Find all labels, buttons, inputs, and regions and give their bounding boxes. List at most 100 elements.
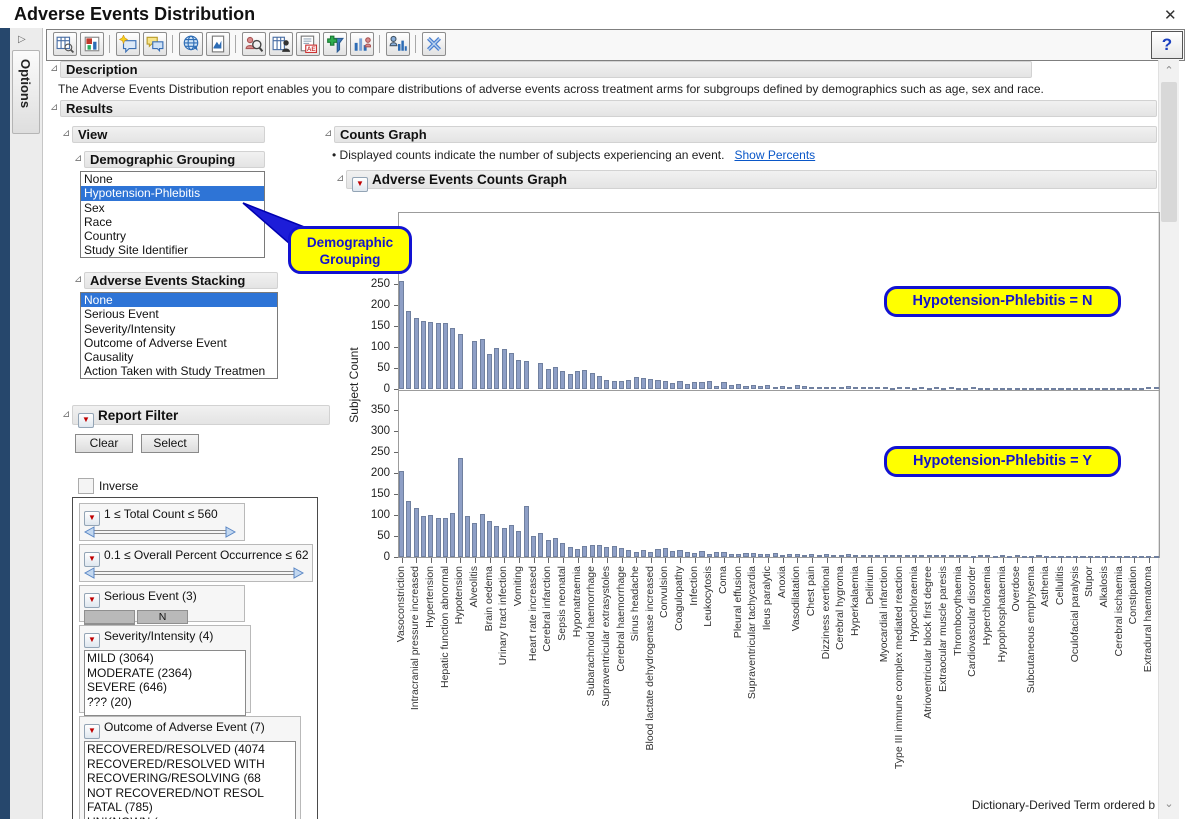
bar[interactable]	[1022, 388, 1027, 390]
bar[interactable]	[802, 386, 807, 389]
ae-stacking-collapse-icon[interactable]: ⊿	[74, 274, 84, 286]
bar[interactable]	[846, 386, 851, 389]
bar[interactable]	[472, 523, 477, 557]
results-collapse-icon[interactable]: ⊿	[50, 102, 60, 114]
filter-list-item[interactable]: RECOVERED/RESOLVED (4074	[85, 742, 295, 757]
bar[interactable]	[1124, 556, 1129, 558]
bar[interactable]	[436, 518, 441, 557]
bar[interactable]	[428, 322, 433, 389]
filter-list-item[interactable]: MILD (3064)	[85, 651, 245, 666]
bar[interactable]	[553, 538, 558, 557]
bar[interactable]	[817, 387, 822, 390]
bar[interactable]	[1000, 555, 1005, 557]
subjects-table-icon[interactable]	[269, 32, 293, 56]
bar[interactable]	[743, 553, 748, 557]
bar[interactable]	[655, 380, 660, 389]
bar[interactable]	[546, 540, 551, 557]
scroll-down-icon[interactable]: ⌄	[1159, 795, 1179, 813]
bar[interactable]	[560, 543, 565, 557]
list-item[interactable]: Serious Event	[81, 307, 277, 321]
bar[interactable]	[927, 555, 932, 557]
new-note-icon[interactable]	[116, 32, 140, 56]
bar[interactable]	[883, 555, 888, 557]
segment-button[interactable]: N	[137, 610, 188, 624]
bar[interactable]	[1124, 388, 1129, 390]
bar[interactable]	[597, 545, 602, 557]
bar[interactable]	[861, 555, 866, 558]
bar[interactable]	[524, 506, 529, 557]
bar[interactable]	[560, 371, 565, 389]
bar[interactable]	[941, 388, 946, 390]
bar[interactable]	[670, 383, 675, 389]
bar[interactable]	[699, 551, 704, 557]
bar[interactable]	[839, 555, 844, 558]
bar[interactable]	[905, 387, 910, 389]
bar[interactable]	[443, 518, 448, 558]
bar[interactable]	[949, 555, 954, 557]
list-item[interactable]: Causality	[81, 350, 277, 364]
filter-menu-icon[interactable]: ▼	[84, 593, 100, 608]
bar[interactable]	[721, 552, 726, 557]
bar[interactable]	[1095, 556, 1100, 558]
bar[interactable]	[919, 387, 924, 389]
bar[interactable]	[707, 554, 712, 557]
bar[interactable]	[905, 555, 910, 557]
options-expand-icon[interactable]: ▷	[18, 34, 26, 45]
bar[interactable]	[1022, 556, 1027, 558]
bar[interactable]	[516, 360, 521, 389]
bar[interactable]	[582, 546, 587, 557]
ae-counts-graph-collapse-icon[interactable]: ⊿	[336, 173, 346, 185]
bar[interactable]	[963, 555, 968, 557]
bar[interactable]	[421, 321, 426, 390]
bar[interactable]	[399, 471, 404, 557]
bar[interactable]	[516, 531, 521, 557]
scrollbar-thumb[interactable]	[1161, 82, 1177, 222]
bar[interactable]	[1110, 388, 1115, 390]
ae-narrative-icon[interactable]: AE	[296, 32, 320, 56]
bar[interactable]	[1066, 556, 1071, 558]
filter-list-item[interactable]: RECOVERING/RESOLVING (68	[85, 771, 295, 786]
bar[interactable]	[626, 550, 631, 557]
bar[interactable]	[1139, 556, 1144, 558]
bar[interactable]	[780, 555, 785, 558]
bar[interactable]	[597, 376, 602, 389]
bar[interactable]	[846, 554, 851, 557]
clear-button[interactable]: Clear	[75, 434, 133, 453]
bar[interactable]	[963, 388, 968, 390]
bar[interactable]	[406, 311, 411, 389]
bar[interactable]	[817, 555, 822, 558]
bar[interactable]	[546, 369, 551, 389]
bar[interactable]	[414, 318, 419, 389]
bar[interactable]	[538, 363, 543, 389]
bar[interactable]	[458, 458, 463, 557]
bar[interactable]	[1102, 388, 1107, 390]
options-tab[interactable]: Options	[12, 50, 40, 134]
bar[interactable]	[736, 384, 741, 389]
show-percents-link[interactable]: Show Percents	[734, 148, 815, 162]
bar[interactable]	[465, 516, 470, 557]
bar[interactable]	[436, 323, 441, 389]
bar[interactable]	[875, 555, 880, 558]
bar[interactable]	[839, 387, 844, 389]
bar[interactable]	[795, 554, 800, 557]
bar[interactable]	[985, 555, 990, 557]
bar[interactable]	[685, 384, 690, 389]
filter-list-item[interactable]: NOT RECOVERED/NOT RESOL	[85, 786, 295, 801]
select-button[interactable]: Select	[141, 434, 199, 453]
view-collapse-icon[interactable]: ⊿	[62, 128, 72, 140]
find-subjects-icon[interactable]	[242, 32, 266, 56]
help-button[interactable]: ?	[1151, 31, 1183, 59]
bar[interactable]	[1036, 555, 1041, 557]
bar[interactable]	[1051, 556, 1056, 558]
bar[interactable]	[934, 555, 939, 557]
bar[interactable]	[919, 555, 924, 557]
bar[interactable]	[1058, 388, 1063, 390]
bar[interactable]	[648, 552, 653, 558]
bar[interactable]	[480, 339, 485, 389]
bar[interactable]	[655, 549, 660, 557]
bar[interactable]	[480, 514, 485, 557]
bar[interactable]	[934, 387, 939, 389]
bar[interactable]	[450, 328, 455, 389]
bar[interactable]	[450, 513, 455, 557]
bar[interactable]	[663, 381, 668, 389]
